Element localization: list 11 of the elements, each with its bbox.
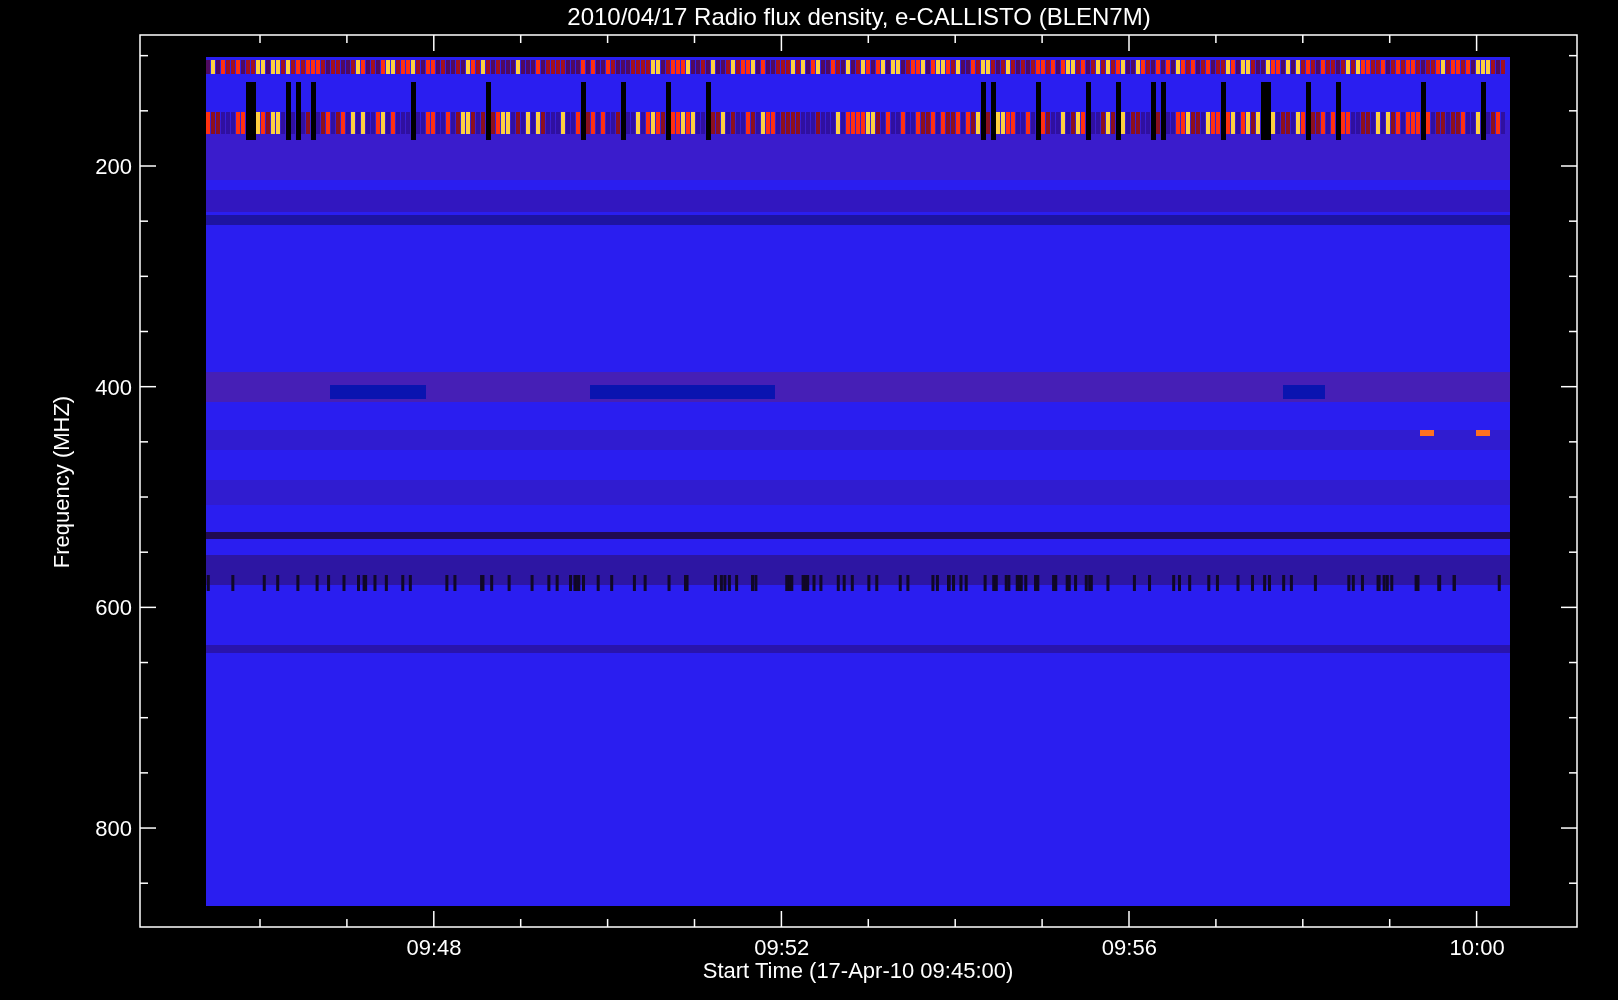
x-axis-label: Start Time (17-Apr-10 09:45:00): [702, 958, 1014, 983]
x-tick-label: 10:00: [1449, 935, 1505, 960]
y-tick-label: 400: [95, 374, 132, 400]
chart-title: 2010/04/17 Radio flux density, e-CALLISTO (BLEN7M): [567, 3, 1151, 30]
y-axis-label: Frequency (MHZ): [49, 395, 74, 569]
y-tick-label: 200: [95, 154, 132, 179]
x-tick-label: 09:48: [406, 935, 462, 960]
y-tick-label: 600: [95, 595, 132, 621]
y-tick-label: 800: [95, 816, 132, 842]
x-tick-label: 09:56: [1101, 935, 1157, 960]
x-tick-label: 09:52: [754, 935, 810, 960]
